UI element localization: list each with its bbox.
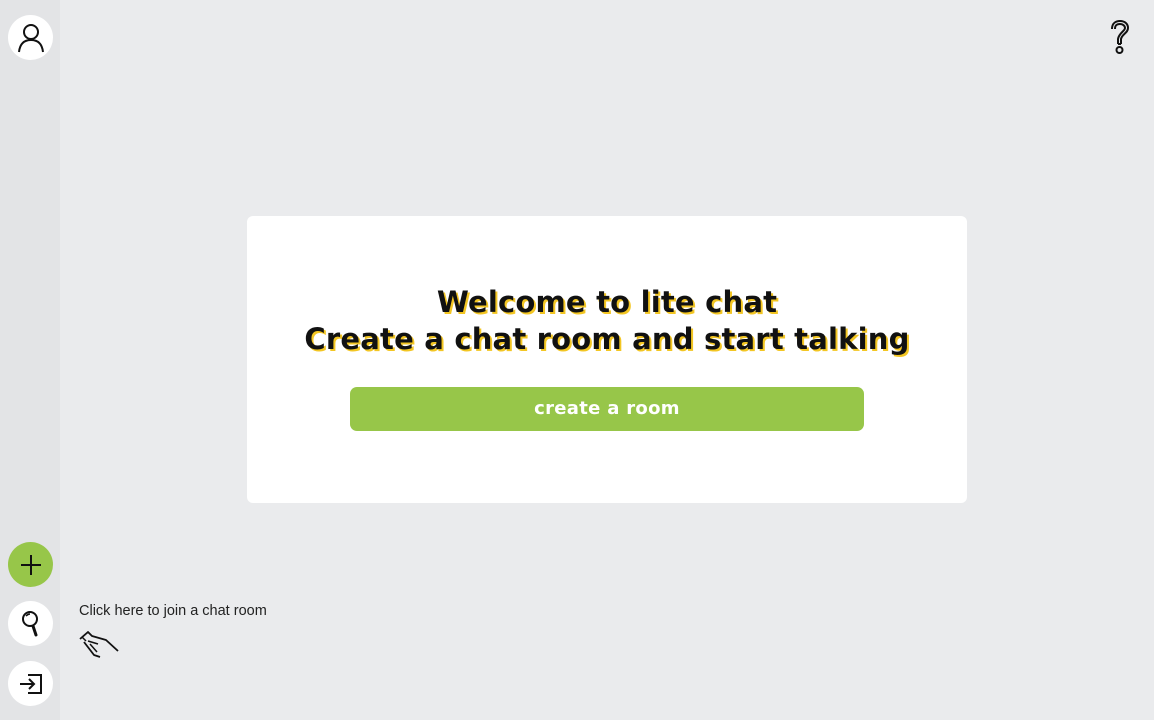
login-icon [18,672,44,696]
welcome-heading: Welcome to lite chat Create a chat room … [247,284,967,358]
welcome-title: Welcome to lite chat [436,285,778,319]
welcome-card: Welcome to lite chat Create a chat room … [247,216,967,503]
help-icon [1108,19,1132,59]
user-icon [17,23,45,53]
search-room-button[interactable] [8,601,53,646]
join-room-button[interactable] [8,661,53,706]
welcome-subtitle: Create a chat room and start talking [304,322,910,356]
plus-icon [19,553,43,577]
add-room-button[interactable] [8,542,53,587]
create-room-button[interactable]: create a room [350,387,864,431]
pointing-hand-icon [78,627,122,661]
help-button[interactable] [1104,19,1136,59]
search-icon [20,610,42,638]
sidebar [0,0,60,720]
app-root: Welcome to lite chat Create a chat room … [0,0,1154,720]
join-room-hint[interactable]: Click here to join a chat room [79,603,267,619]
profile-button[interactable] [8,15,53,60]
